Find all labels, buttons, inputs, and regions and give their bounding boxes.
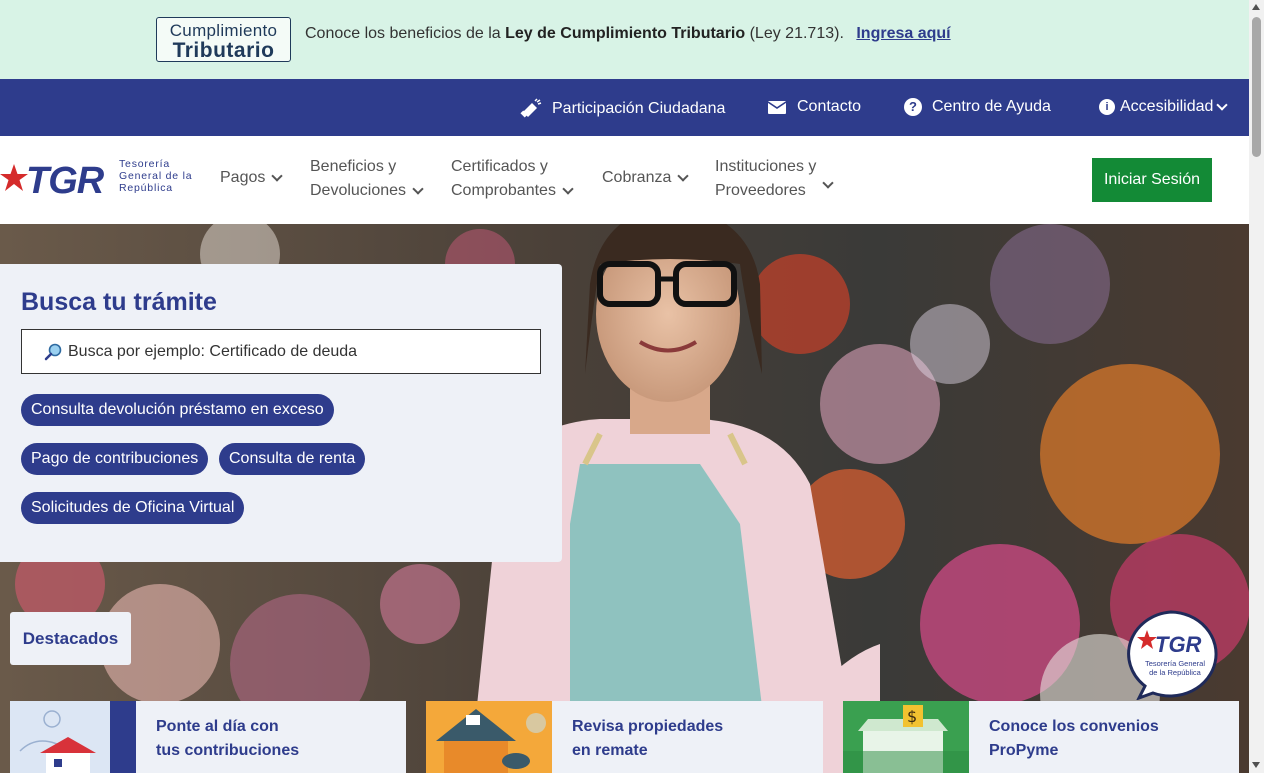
- centro-ayuda-link[interactable]: ? Centro de Ayuda: [904, 98, 1051, 116]
- search-icon: [44, 343, 62, 360]
- announcement-prefix: Conoce los beneficios de la: [305, 25, 506, 42]
- chevron-down-icon: [1216, 99, 1229, 111]
- contacto-link[interactable]: Contacto: [767, 98, 861, 116]
- card-title: Revisa propiedades en remate: [572, 715, 723, 763]
- search-box[interactable]: [21, 329, 541, 374]
- chevron-down-icon: [562, 183, 574, 195]
- participacion-label: Participación Ciudadana: [552, 100, 726, 117]
- accesibilidad-menu[interactable]: i Accesibilidad: [1099, 98, 1229, 116]
- property-illustration: [426, 701, 552, 773]
- house-illustration: [10, 701, 136, 773]
- search-input[interactable]: [68, 342, 508, 361]
- logo-acronym: TGR: [26, 160, 104, 202]
- nav-certificados-line1: Certificados y: [451, 158, 548, 175]
- participacion-link[interactable]: Participación Ciudadana: [520, 98, 725, 120]
- scroll-down-arrow-icon[interactable]: [1252, 762, 1260, 768]
- main-nav: TGR Tesorería General de la República Pa…: [0, 136, 1249, 224]
- card-title: Ponte al día con tus contribuciones: [156, 715, 299, 763]
- chip-oficina-virtual[interactable]: Solicitudes de Oficina Virtual: [21, 492, 245, 524]
- chip-contribuciones[interactable]: Pago de contribuciones: [21, 443, 209, 475]
- ingresa-aqui-link[interactable]: Ingresa aquí: [856, 25, 950, 42]
- card-remate[interactable]: Revisa propiedades en remate: [426, 701, 823, 773]
- nav-instituciones-line1: Instituciones y: [715, 158, 817, 175]
- card-contribuciones[interactable]: Ponte al día con tus contribuciones: [10, 701, 406, 773]
- announcement-law: Ley de Cumplimiento Tributario: [505, 25, 746, 42]
- nav-instituciones-line2: Proveedores: [715, 182, 806, 199]
- card-line1: Revisa propiedades: [572, 718, 724, 735]
- login-button[interactable]: Iniciar Sesión: [1092, 158, 1212, 202]
- logo-sub-line1: Tesorería: [119, 158, 170, 170]
- nav-beneficios-line1: Beneficios y: [310, 158, 397, 175]
- chat-badge-subtitle: Tesorería General de la República: [1135, 659, 1215, 677]
- nav-cobranza[interactable]: Cobranza: [602, 166, 690, 190]
- nav-beneficios-line2: Devoluciones: [310, 182, 407, 199]
- utility-nav: Participación Ciudadana Contacto ? Centr…: [0, 79, 1249, 136]
- nav-cobranza-label: Cobranza: [602, 169, 672, 186]
- nav-instituciones[interactable]: Instituciones y Proveedores: [715, 155, 835, 203]
- chat-badge-line2: de la República: [1149, 668, 1201, 677]
- chevron-down-icon: [271, 170, 284, 182]
- announcement-text: Conoce los beneficios de la Ley de Cumpl…: [305, 25, 951, 43]
- megaphone-icon: [520, 98, 542, 118]
- accessibility-icon: i: [1099, 99, 1115, 115]
- scroll-thumb[interactable]: [1252, 17, 1261, 157]
- logo-sub-line3: República: [119, 182, 173, 194]
- card-title: Conoce los convenios ProPyme: [989, 715, 1159, 763]
- page-scrollbar[interactable]: [1249, 0, 1264, 773]
- card-line2: ProPyme: [989, 742, 1059, 759]
- chevron-down-icon: [412, 183, 424, 195]
- logo-sub-line2: General de la: [119, 170, 193, 182]
- nav-pagos-label: Pagos: [220, 169, 266, 186]
- card-line2: tus contribuciones: [156, 742, 300, 759]
- search-title: Busca tu trámite: [21, 288, 217, 316]
- contacto-label: Contacto: [797, 98, 862, 115]
- help-icon: ?: [904, 98, 922, 116]
- nav-beneficios[interactable]: Beneficios y Devoluciones: [310, 155, 424, 203]
- nav-pagos[interactable]: Pagos: [220, 166, 284, 190]
- chip-renta[interactable]: Consulta de renta: [219, 443, 366, 475]
- card-propyme[interactable]: $ Conoce los convenios ProPyme: [843, 701, 1239, 773]
- card-line2: en remate: [572, 742, 648, 759]
- svg-text:$: $: [907, 707, 917, 726]
- accesibilidad-label: Accesibilidad: [1120, 98, 1214, 115]
- announcement-bar: Cumplimiento Tributario Conoce los benef…: [0, 0, 1249, 79]
- chip-devolucion[interactable]: Consulta devolución préstamo en exceso: [21, 394, 334, 426]
- cumplimiento-tributario-logo[interactable]: Cumplimiento Tributario: [156, 17, 291, 62]
- chat-badge-line1: Tesorería General: [1144, 659, 1206, 668]
- destacados-tab[interactable]: Destacados: [10, 612, 131, 665]
- chevron-down-icon: [677, 170, 690, 182]
- store-illustration: $: [843, 701, 969, 773]
- announcement-suffix: (Ley 21.713).: [745, 25, 844, 42]
- search-card: Busca tu trámite Consulta devolución pré…: [0, 264, 562, 562]
- mail-icon: [767, 101, 787, 114]
- scroll-up-arrow-icon[interactable]: [1252, 4, 1260, 10]
- nav-certificados[interactable]: Certificados y Comprobantes: [451, 155, 574, 203]
- card-line1: Ponte al día con: [156, 718, 279, 735]
- chevron-down-icon: [822, 177, 835, 189]
- card-line1: Conoce los convenios: [989, 718, 1159, 735]
- chat-badge-acronym: TGR: [1155, 632, 1202, 657]
- chat-assistant-button[interactable]: TGR Tesorería General de la República: [1123, 610, 1219, 701]
- logo-line2: Tributario: [172, 39, 275, 62]
- logo-subtitle: Tesorería General de la República: [119, 158, 192, 194]
- ayuda-label: Centro de Ayuda: [932, 98, 1051, 115]
- nav-certificados-line2: Comprobantes: [451, 182, 556, 199]
- tgr-logo[interactable]: TGR Tesorería General de la República: [0, 150, 205, 210]
- logo-line1: Cumplimiento: [169, 21, 278, 40]
